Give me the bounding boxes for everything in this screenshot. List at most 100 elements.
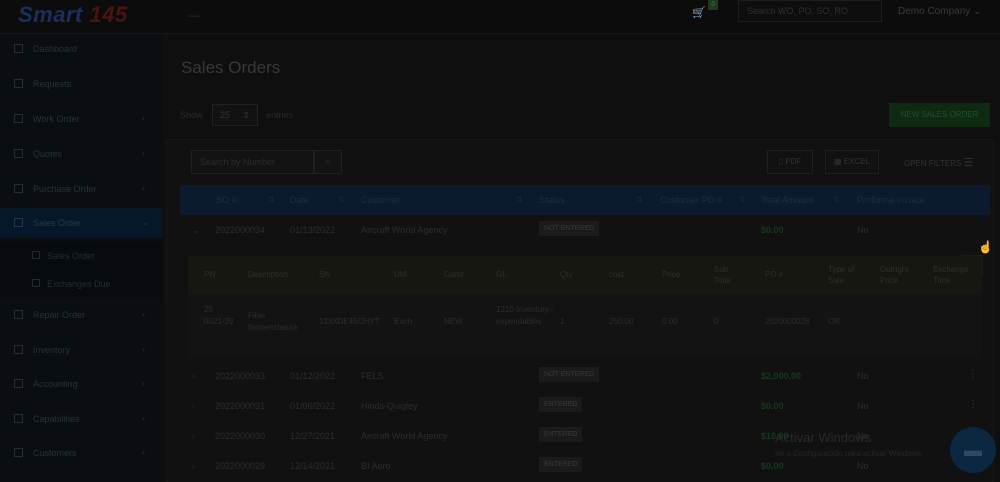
- so-number[interactable]: 2022000033: [215, 371, 265, 381]
- so-number[interactable]: 2022000034: [215, 225, 265, 235]
- total-amount: $2,000.00: [761, 371, 802, 381]
- sort-icon[interactable]: ⇅: [516, 195, 523, 204]
- column-header-date[interactable]: Date: [290, 195, 309, 205]
- sort-icon[interactable]: ⇅: [636, 195, 643, 204]
- show-label: Show: [180, 110, 203, 120]
- total-amount: $0.00: [761, 461, 784, 471]
- column-header-customer[interactable]: Customer: [361, 195, 400, 205]
- column-header-total-amount[interactable]: Total Amount: [761, 195, 813, 205]
- detail-header-description: Description: [248, 270, 289, 279]
- search-input[interactable]: Search by Number: [191, 150, 314, 174]
- excel-export-button[interactable]: ▦ EXCEL: [825, 150, 879, 174]
- search-button[interactable]: ⌕: [314, 150, 342, 174]
- entries-per-page-select[interactable]: 25 ⇕: [212, 104, 258, 126]
- customer-name: Aircraft World Agency: [361, 431, 448, 441]
- company-name: Demo Company: [898, 6, 971, 17]
- row-expand-toggle[interactable]: ⌄: [192, 225, 200, 236]
- menu-toggle-icon[interactable]: —: [188, 8, 200, 22]
- sidebar-item-customers[interactable]: Customers ‹: [0, 438, 162, 468]
- logo[interactable]: Smart 145: [18, 2, 128, 28]
- sidebar-item-purchase-order[interactable]: Purchase Order ‹: [0, 174, 162, 204]
- chevron-left-icon: ‹: [142, 344, 145, 354]
- row-actions-kebab-icon[interactable]: ⋮: [968, 399, 978, 410]
- sort-icon[interactable]: ⇅: [833, 195, 840, 204]
- capabilities-icon: [14, 414, 23, 423]
- column-header-customer-po[interactable]: Customer PO #: [660, 195, 722, 205]
- new-sales-order-button[interactable]: NEW SALES ORDER: [889, 103, 990, 127]
- customer-name: Aircraft World Agency: [361, 225, 448, 235]
- company-selector[interactable]: Demo Company ⌄: [898, 6, 981, 17]
- sidebar-item-quotes[interactable]: Quotes ‹: [0, 139, 162, 169]
- so-number[interactable]: 2022000029: [215, 461, 265, 471]
- open-filters-label: OPEN FILTERS: [904, 159, 962, 168]
- sidebar-item-label: Accounting: [33, 379, 78, 389]
- main-content: Sales Orders Show 25 ⇕ entries NEW SALES…: [162, 34, 1000, 482]
- app-window: Smart 145 — 🛒 0 Search WO, PO, SO, RO De…: [0, 0, 1000, 482]
- column-header-so[interactable]: SO #: [216, 195, 237, 205]
- sidebar-item-accounting[interactable]: Accounting ‹: [0, 369, 162, 399]
- pdf-export-button[interactable]: ▯ PDF: [767, 150, 813, 174]
- table-row[interactable]: ⌄ 2022000034 01/13/2022 Aircraft World A…: [180, 215, 990, 245]
- row-expand-toggle[interactable]: ›: [192, 461, 195, 471]
- detail-type-of-sale: OR: [828, 317, 840, 326]
- sort-icon[interactable]: ⇅: [338, 195, 345, 204]
- sidebar-item-capabilities[interactable]: Capabilities ‹: [0, 404, 162, 434]
- excel-label: EXCEL: [843, 157, 870, 166]
- sidebar-subitem-sales-order[interactable]: Sales Order: [0, 241, 162, 269]
- column-header-proforma[interactable]: Proforma Invoice: [857, 195, 925, 205]
- sales-order-icon: [14, 218, 23, 227]
- row-expand-toggle[interactable]: ›: [192, 371, 195, 381]
- filter-lines-icon: ☰: [963, 157, 974, 169]
- windows-activation-subtitle: Ve a Configuración para activar Windows.: [775, 449, 924, 458]
- sort-icon[interactable]: ⇅: [739, 195, 746, 204]
- sidebar-subitem-exchanges-due[interactable]: Exchanges Due: [0, 269, 162, 297]
- row-actions-kebab-icon[interactable]: ⋮: [968, 369, 978, 380]
- updown-icon: ⇕: [242, 110, 250, 120]
- so-number[interactable]: 2022000031: [215, 401, 265, 411]
- detail-header-um: UM: [394, 270, 407, 279]
- proforma-invoice: No: [857, 401, 869, 411]
- mouse-pointer-icon: ☝: [978, 240, 993, 254]
- row-expand-toggle[interactable]: ›: [192, 431, 195, 441]
- table-row[interactable]: › 2022000031 01/06/2022 Hinds-Quigley EN…: [180, 391, 990, 421]
- detail-table-header: PN Description SN UM Cond GL Qty cost Pr…: [188, 256, 982, 294]
- so-number[interactable]: 2022000030: [215, 431, 265, 441]
- table-row[interactable]: › 2022000033 01/12/2022 FELS NOT ENTERED…: [180, 361, 990, 391]
- sidebar-item-requests[interactable]: Requests: [0, 69, 162, 99]
- status-badge: NOT ENTERED: [539, 367, 600, 382]
- logo-number: 145: [89, 2, 128, 27]
- chevron-left-icon: ‹: [142, 183, 145, 193]
- total-amount: $0.00: [761, 225, 784, 235]
- chevron-left-icon: ‹: [142, 413, 145, 423]
- sidebar-item-inventory[interactable]: Inventory ‹: [0, 335, 162, 365]
- chat-bubble-icon: ▬: [964, 440, 982, 460]
- sidebar-item-sales-order[interactable]: Sales Order ⌄: [0, 208, 162, 238]
- document-icon: [14, 79, 23, 88]
- chevron-left-icon: ‹: [142, 113, 145, 123]
- proforma-invoice: No: [857, 371, 869, 381]
- detail-header-outright-price: Outright Price: [880, 265, 909, 285]
- sidebar-item-repair-order[interactable]: Repair Order ‹: [0, 300, 162, 330]
- sidebar-item-dashboard[interactable]: Dashboard: [0, 34, 162, 64]
- sidebar-item-work-order[interactable]: Work Order ‹: [0, 104, 162, 134]
- sidebar-item-label: Repair Order: [33, 310, 86, 320]
- status-badge: ENTERED: [539, 427, 583, 442]
- detail-header-type-of-sale: Type of Sale: [828, 265, 855, 285]
- global-search-input[interactable]: Search WO, PO, SO, RO: [738, 0, 882, 22]
- detail-header-cond: Cond: [444, 270, 464, 279]
- detail-um: Each: [394, 317, 413, 326]
- chat-widget-button[interactable]: ▬: [950, 427, 996, 473]
- column-header-status[interactable]: Status: [539, 195, 565, 205]
- sort-icon[interactable]: ⇅: [268, 195, 275, 204]
- order-date: 12/14/2021: [290, 461, 336, 471]
- cart-icon[interactable]: 🛒 0: [692, 0, 718, 24]
- list-icon: [32, 251, 40, 259]
- sidebar-item-label: Capabilities: [33, 414, 80, 424]
- windows-activation-title: Activar Windows: [775, 430, 872, 445]
- customer-name: Hinds-Quigley: [361, 401, 418, 411]
- detail-header-price: Price: [662, 270, 681, 279]
- row-expand-toggle[interactable]: ›: [192, 401, 195, 411]
- entries-per-page-value: 25: [220, 110, 231, 120]
- order-date: 01/12/2022: [290, 371, 336, 381]
- open-filters-button[interactable]: OPEN FILTERS ☰: [904, 156, 973, 169]
